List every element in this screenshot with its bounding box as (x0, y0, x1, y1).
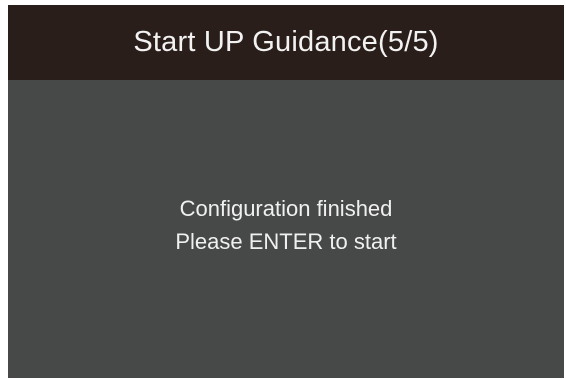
message-line-1: Configuration finished (179, 196, 393, 221)
dialog-header: Start UP Guidance(5/5) (8, 5, 564, 80)
guidance-dialog: Start UP Guidance(5/5) Configuration fin… (8, 5, 564, 378)
dialog-title: Start UP Guidance(5/5) (133, 26, 439, 58)
message-line-2: Please ENTER to start (175, 229, 397, 254)
dialog-body: Configuration finished Please ENTER to s… (8, 80, 564, 378)
